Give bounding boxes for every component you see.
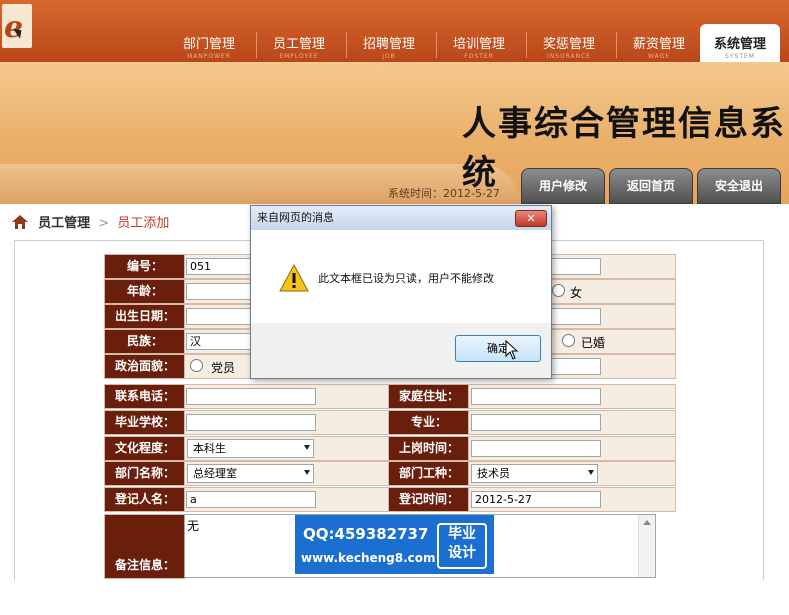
address-input[interactable] — [471, 388, 601, 405]
nav-training[interactable]: 培训管理 FOSTER — [436, 22, 522, 62]
dept-select[interactable]: 总经理室 — [187, 464, 314, 483]
breadcrumb: 员工管理 > 员工添加 — [12, 212, 170, 231]
nav-system[interactable]: 系统管理 SYSTEM — [700, 24, 780, 62]
dialog-close-button[interactable]: ✕ — [515, 210, 547, 227]
form-row: 毕业学校： 专业： — [104, 410, 676, 435]
home-button[interactable]: 返回首页 — [609, 168, 693, 204]
user-edit-button[interactable]: 用户修改 — [521, 168, 605, 204]
label-remark: 备注信息： — [104, 514, 186, 579]
party-member-label: 党员 — [211, 361, 236, 375]
nav-recruit[interactable]: 招聘管理 JOB — [346, 22, 432, 62]
label-nation: 民族： — [104, 329, 186, 354]
label-age: 年龄： — [104, 279, 186, 304]
registrar-input[interactable]: a — [186, 491, 316, 508]
chevron-down-icon — [304, 470, 310, 475]
married-label: 已婚 — [581, 336, 606, 350]
label-registrar: 登记人名： — [104, 487, 186, 512]
regtime-input[interactable]: 2012-5-27 — [471, 491, 601, 508]
header-banner: 人事综合管理信息系统 系统时间：2012-5-27 用户修改 返回首页 安全退出 — [0, 62, 789, 204]
label-id: 编号： — [104, 254, 186, 279]
nav-dept[interactable]: 部门管理 MANPOWER — [166, 22, 252, 62]
breadcrumb-section[interactable]: 员工管理 — [38, 216, 90, 231]
label-phone: 联系电话： — [104, 384, 186, 409]
onboard-input[interactable] — [471, 440, 601, 457]
nav-employee[interactable]: 员工管理 EMPLOYEE — [256, 22, 342, 62]
app-logo: e — [2, 4, 32, 48]
mouse-pointer-icon — [505, 340, 519, 360]
scroll-up-icon[interactable] — [643, 520, 651, 525]
nav-salary[interactable]: 薪资管理 WAGE — [616, 22, 702, 62]
nav-rewards[interactable]: 奖惩管理 INSURANCE — [526, 22, 612, 62]
education-select[interactable]: 本科生 — [187, 439, 314, 458]
party-member-radio[interactable] — [190, 359, 203, 372]
label-major: 专业： — [388, 410, 470, 435]
chevron-down-icon — [588, 470, 594, 475]
form-row: 登记人名： a 登记时间： 2012-5-27 — [104, 487, 676, 512]
gender-female-label: 女 — [570, 286, 583, 300]
breadcrumb-arrow: > — [98, 216, 110, 231]
married-radio[interactable] — [562, 334, 575, 347]
dialog-message: 此文本框已设为只读，用户不能修改 — [318, 272, 494, 285]
chevron-down-icon — [304, 445, 310, 450]
home-icon — [12, 215, 28, 229]
ad-qq: QQ:459382737 — [303, 525, 429, 543]
form-row: 文化程度： 本科生 上岗时间： — [104, 436, 676, 461]
dialog-ok-button[interactable]: 确定 — [455, 335, 541, 362]
logout-button[interactable]: 安全退出 — [697, 168, 781, 204]
label-politics: 政治面貌： — [104, 354, 186, 379]
label-school: 毕业学校： — [104, 410, 186, 435]
warning-icon — [279, 264, 309, 292]
watermark-ad: QQ:459382737 www.kecheng8.com 毕业 设计 — [295, 515, 494, 574]
form-row: 部门名称： 总经理室 部门工种： 技术员 — [104, 461, 676, 486]
phone-input[interactable] — [186, 388, 316, 405]
job-select[interactable]: 技术员 — [471, 464, 598, 483]
gender-female-radio[interactable] — [552, 284, 565, 297]
dialog-title: 来自网页的消息 — [251, 206, 551, 230]
label-address: 家庭住址： — [388, 384, 470, 409]
top-nav-bar: e 部门管理 MANPOWER 员工管理 EMPLOYEE 招聘管理 JOB 培… — [0, 0, 789, 62]
ad-url: www.kecheng8.com — [301, 551, 436, 565]
label-job: 部门工种： — [388, 461, 470, 486]
textarea-scrollbar[interactable] — [638, 515, 655, 577]
label-birth: 出生日期： — [104, 304, 186, 329]
label-education: 文化程度： — [104, 436, 186, 461]
label-dept: 部门名称： — [104, 461, 186, 486]
label-onboard: 上岗时间： — [388, 436, 470, 461]
form-row: 联系电话： 家庭住址： — [104, 384, 676, 409]
label-regtime: 登记时间： — [388, 487, 470, 512]
major-input[interactable] — [471, 414, 601, 431]
ad-badge: 毕业 设计 — [437, 523, 487, 569]
school-input[interactable] — [186, 414, 316, 431]
alert-dialog: 来自网页的消息 ✕ 此文本框已设为只读，用户不能修改 确定 — [250, 205, 552, 379]
system-time: 系统时间：2012-5-27 — [388, 187, 500, 200]
breadcrumb-current: 员工添加 — [117, 216, 170, 231]
